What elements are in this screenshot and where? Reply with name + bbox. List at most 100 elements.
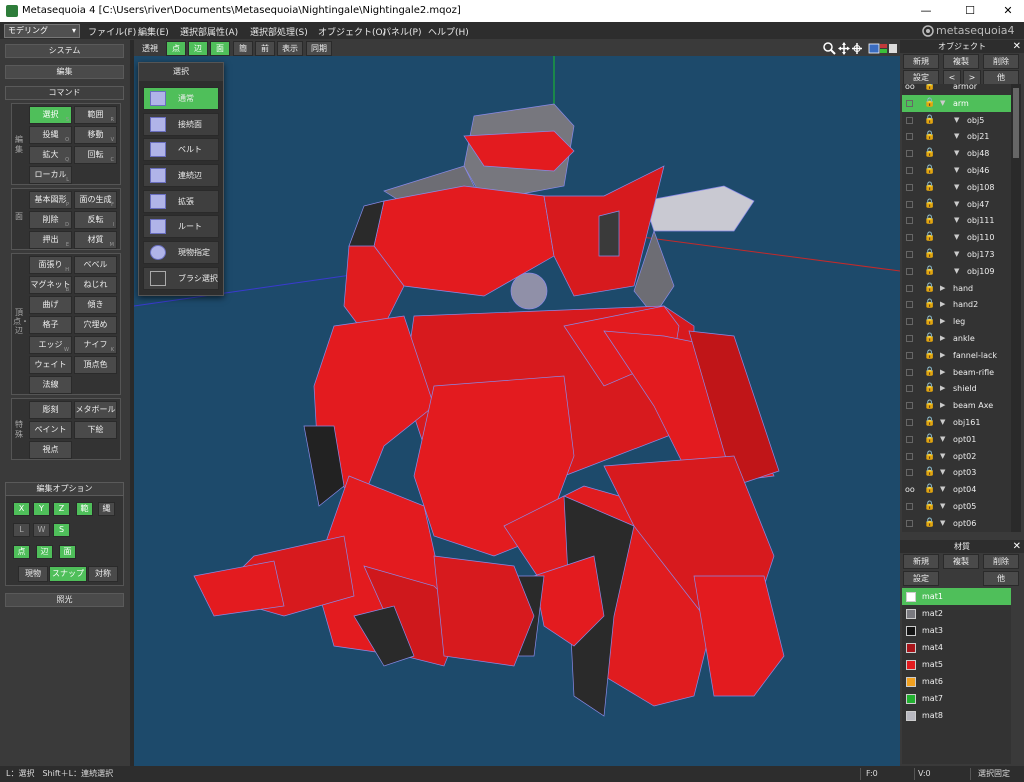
axis-y-toggle[interactable]: Y: [33, 502, 50, 516]
object-row[interactable]: 🔒 ▼ opt01: [902, 431, 1011, 448]
select-normal-item[interactable]: 通常: [143, 87, 219, 110]
expand-arrow-icon[interactable]: ▼: [954, 263, 959, 280]
edit-options-header[interactable]: 編集オプション: [5, 482, 124, 496]
select-belt-item[interactable]: ベルト: [143, 138, 219, 161]
lock-icon[interactable]: 🔒: [924, 367, 935, 377]
lock-icon[interactable]: 🔒: [924, 350, 935, 360]
lock-icon[interactable]: 🔒: [924, 182, 935, 192]
move-tool-button[interactable]: 移動 V: [74, 126, 117, 144]
menu-selection-attr[interactable]: 選択部属性(A): [180, 25, 238, 38]
object-new-button[interactable]: 新規: [903, 54, 939, 69]
object-duplicate-button[interactable]: 複製: [943, 54, 979, 69]
lasso-option-toggle[interactable]: 縄: [98, 502, 115, 516]
lock-icon[interactable]: 🔒: [924, 232, 935, 242]
expand-arrow-icon[interactable]: ▼: [954, 128, 959, 145]
lock-icon[interactable]: 🔒: [924, 501, 935, 511]
lock-icon[interactable]: 🔒: [924, 299, 935, 309]
face-mode-toggle[interactable]: 面: [210, 41, 230, 56]
material-row[interactable]: mat4: [902, 639, 1011, 656]
perspective-toggle[interactable]: 透視: [138, 41, 162, 56]
expand-arrow-icon[interactable]: ▼: [940, 498, 945, 515]
expand-arrow-icon[interactable]: ▶: [940, 296, 945, 313]
visibility-toggle[interactable]: [906, 183, 913, 191]
primitive-button[interactable]: 基本図形 P: [29, 191, 72, 209]
visibility-toggle[interactable]: [906, 435, 913, 443]
view-layout-icon[interactable]: [868, 43, 887, 54]
visibility-toggle[interactable]: [906, 284, 913, 292]
expand-arrow-icon[interactable]: ▼: [940, 431, 945, 448]
twist-button[interactable]: ねじれ: [74, 276, 117, 294]
select-tool-button[interactable]: 選択 S: [29, 106, 72, 124]
visibility-toggle[interactable]: [906, 351, 913, 359]
object-row[interactable]: 🔒 ▶ beam Axe: [902, 397, 1011, 414]
expand-arrow-icon[interactable]: ▼: [940, 448, 945, 465]
expand-arrow-icon[interactable]: ▼: [954, 145, 959, 162]
visibility-toggle[interactable]: [906, 368, 913, 376]
object-row[interactable]: 🔒 ▼ obj110: [902, 229, 1011, 246]
knife-button[interactable]: ナイフ K: [74, 336, 117, 354]
lock-icon[interactable]: 🔒: [924, 417, 935, 427]
viewpoint-button[interactable]: 視点: [29, 441, 72, 459]
symmetry-toggle[interactable]: 対称: [88, 566, 118, 582]
expand-arrow-icon[interactable]: ▶: [940, 280, 945, 297]
object-row[interactable]: 🔒 ▼ obj109: [902, 263, 1011, 280]
lock-icon[interactable]: 🔒: [924, 115, 935, 125]
mode-select[interactable]: モデリング ▾: [4, 24, 80, 38]
bend-button[interactable]: 曲げ: [29, 296, 72, 314]
minimize-button[interactable]: —: [912, 2, 940, 20]
expand-arrow-icon[interactable]: ▼: [940, 414, 945, 431]
lock-icon[interactable]: 🔒: [924, 316, 935, 326]
expand-arrow-icon[interactable]: ▼: [954, 196, 959, 213]
lock-icon[interactable]: 🔒: [924, 165, 935, 175]
material-row[interactable]: mat1: [902, 588, 1011, 605]
menu-selection-proc[interactable]: 選択部処理(S): [250, 25, 308, 38]
expand-arrow-icon[interactable]: ▼: [954, 112, 959, 129]
visibility-toggle[interactable]: [906, 503, 913, 510]
visibility-toggle[interactable]: [906, 519, 913, 527]
maximize-button[interactable]: ☐: [956, 2, 984, 20]
tilt-button[interactable]: 傾き: [74, 296, 117, 314]
expand-arrow-icon[interactable]: ▼: [954, 212, 959, 229]
close-icon[interactable]: ✕: [1013, 40, 1021, 53]
expand-arrow-icon[interactable]: ▶: [940, 313, 945, 330]
expand-arrow-icon[interactable]: ▶: [940, 330, 945, 347]
magnet-button[interactable]: マグネット B: [29, 276, 72, 294]
paint-button[interactable]: ペイント: [29, 421, 72, 439]
object-row[interactable]: oo 🔒 armor: [902, 84, 1011, 95]
lock-icon[interactable]: 🔒: [924, 283, 935, 293]
sym-l-toggle[interactable]: L: [13, 523, 30, 537]
select-specify-item[interactable]: 現物指定: [143, 241, 219, 264]
visibility-toggle[interactable]: [906, 200, 913, 208]
select-edge-loop-item[interactable]: 連続辺: [143, 164, 219, 187]
scrollbar-thumb[interactable]: [1013, 88, 1019, 158]
edge-mode-toggle[interactable]: 辺: [188, 41, 208, 56]
visibility-toggle[interactable]: [906, 402, 913, 410]
object-row[interactable]: 🔒 ▼ obj48: [902, 145, 1011, 162]
material-delete-button[interactable]: 削除: [983, 554, 1019, 569]
visible-icon[interactable]: oo: [905, 84, 915, 95]
axis-z-toggle[interactable]: Z: [53, 502, 70, 516]
lock-icon[interactable]: 🔒: [924, 400, 935, 410]
rotate-view-icon[interactable]: [852, 43, 862, 54]
visibility-toggle[interactable]: [906, 116, 913, 124]
object-row[interactable]: 🔒 ▼ obj108: [902, 179, 1011, 196]
select-brush-item[interactable]: ブラシ選択: [143, 267, 219, 290]
weight-button[interactable]: ウェイト: [29, 356, 72, 374]
range-tool-button[interactable]: 範囲 R: [74, 106, 117, 124]
expand-arrow-icon[interactable]: ▼: [940, 481, 945, 498]
expand-arrow-icon[interactable]: ▶: [940, 347, 945, 364]
object-row[interactable]: 🔒 ▼ obj5: [902, 112, 1011, 129]
visibility-toggle[interactable]: [906, 452, 913, 460]
sync-button[interactable]: 同期: [306, 41, 332, 56]
vertex-mode-toggle[interactable]: 点: [166, 41, 186, 56]
visibility-toggle[interactable]: [906, 251, 913, 258]
pan-icon[interactable]: [838, 42, 850, 55]
lock-icon[interactable]: 🔒: [924, 199, 935, 209]
object-row[interactable]: 🔒 ▼ opt05: [902, 498, 1011, 515]
object-row[interactable]: 🔒 ▶ hand2: [902, 296, 1011, 313]
scale-tool-button[interactable]: 拡大 Q: [29, 146, 72, 164]
lock-icon[interactable]: 🔒: [924, 484, 935, 494]
object-row[interactable]: 🔒 ▶ ankle: [902, 330, 1011, 347]
object-delete-button[interactable]: 削除: [983, 54, 1019, 69]
expand-arrow-icon[interactable]: ▼: [940, 95, 945, 112]
